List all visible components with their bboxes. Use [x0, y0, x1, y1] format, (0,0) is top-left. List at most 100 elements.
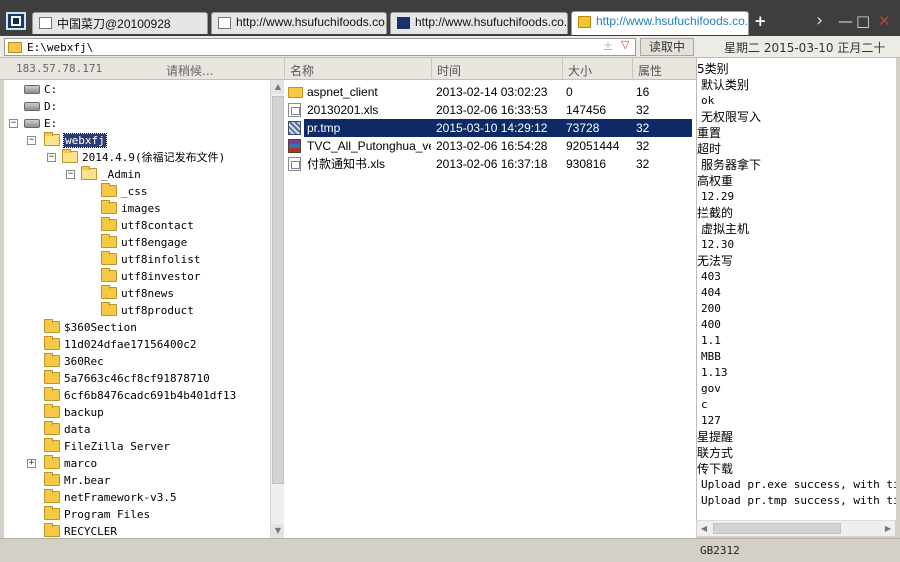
scroll-right-icon[interactable]: ▶: [881, 522, 895, 536]
tree-node[interactable]: 2014.4.9(徐福记发布文件): [62, 149, 225, 166]
tree-node-label: 5a7663c46cf8cf91878710: [64, 372, 210, 385]
note-item[interactable]: 403: [701, 269, 721, 285]
note-item[interactable]: 默认类别: [701, 77, 749, 93]
path-input[interactable]: [27, 40, 587, 55]
note-item[interactable]: 无权限写入: [701, 109, 761, 125]
tree-node[interactable]: 360Rec: [44, 353, 104, 370]
forward-arrow-icon[interactable]: ›: [816, 12, 823, 30]
note-item[interactable]: gov: [701, 381, 721, 397]
tree-node[interactable]: RECYCLER: [44, 523, 117, 538]
note-item[interactable]: 12.29: [701, 189, 734, 205]
tree-node[interactable]: E:: [24, 115, 57, 132]
column-size[interactable]: 大小: [568, 62, 592, 79]
file-row[interactable]: aspnet_client 2013-02-14 03:02:23 0 16: [284, 83, 692, 101]
collapse-icon[interactable]: −: [9, 119, 18, 128]
tree-node-label: 11d024dfae17156400c2: [64, 338, 197, 351]
tree-node[interactable]: 5a7663c46cf8cf91878710: [44, 370, 210, 387]
expand-icon[interactable]: +: [27, 459, 36, 468]
tree-node[interactable]: Mr.bear: [44, 472, 110, 489]
tree-scrollbar[interactable]: ▲ ▼: [270, 80, 285, 538]
scroll-up-icon[interactable]: ▲: [271, 80, 285, 94]
close-button[interactable]: ✕: [878, 12, 891, 30]
tree-node[interactable]: images: [101, 200, 161, 217]
note-item[interactable]: Upload pr.exe success, with time: [701, 477, 896, 493]
encoding-label[interactable]: GB2312: [700, 544, 740, 557]
note-item[interactable]: 1.1: [701, 333, 721, 349]
note-item[interactable]: 高权重: [697, 173, 733, 189]
tree-node[interactable]: backup: [44, 404, 104, 421]
file-row[interactable]: pr.tmp 2015-03-10 14:29:12 73728 32: [284, 119, 692, 137]
maximize-button[interactable]: □: [856, 12, 870, 30]
column-name[interactable]: 名称: [290, 62, 314, 79]
tree-node[interactable]: marco: [44, 455, 97, 472]
scroll-down-icon[interactable]: ▼: [271, 524, 285, 538]
file-row[interactable]: TVC_All_Putonghua_ver... 2013-02-06 16:54…: [284, 137, 692, 155]
file-row[interactable]: 20130201.xls 2013-02-06 16:33:53 147456 32: [284, 101, 692, 119]
tab-url-1[interactable]: http://www.hsufuchifoods.co...: [211, 12, 387, 34]
note-item[interactable]: 5类别: [697, 61, 729, 77]
note-item[interactable]: Upload pr.tmp success, with time: [701, 493, 896, 509]
tree-node[interactable]: utf8engage: [101, 234, 187, 251]
tree-node[interactable]: C:: [24, 81, 57, 98]
address-bar: ± ▽ 读取中 星期二 2015-03-10 正月二十: [0, 36, 900, 58]
note-item[interactable]: c: [701, 397, 708, 413]
notes-hscrollbar[interactable]: ◀ ▶: [697, 520, 895, 536]
note-item[interactable]: 12.30: [701, 237, 734, 253]
tree-node[interactable]: _Admin: [81, 166, 141, 183]
column-attr[interactable]: 属性: [638, 62, 662, 79]
tab-url-3-active[interactable]: http://www.hsufuchifoods.co...: [571, 11, 749, 35]
tree-node[interactable]: webxfj: [44, 132, 107, 149]
tree-node[interactable]: utf8news: [101, 285, 174, 302]
tree-node[interactable]: _css: [101, 183, 148, 200]
tree-node[interactable]: data: [44, 421, 91, 438]
note-item[interactable]: 超时: [697, 141, 721, 157]
tab-url-2[interactable]: http://www.hsufuchifoods.co...: [390, 12, 568, 34]
note-item[interactable]: 重置: [697, 125, 721, 141]
collapse-icon[interactable]: −: [27, 136, 36, 145]
collapse-icon[interactable]: −: [66, 170, 75, 179]
favorite-icon[interactable]: ±: [603, 39, 613, 53]
read-button[interactable]: 读取中: [640, 38, 694, 56]
tree-node-label: utf8engage: [121, 236, 188, 249]
note-item[interactable]: 无法写: [697, 253, 733, 269]
note-item[interactable]: 虚拟主机: [701, 221, 749, 237]
app-icon[interactable]: [6, 12, 26, 30]
tree-node[interactable]: FileZilla Server: [44, 438, 170, 455]
note-item[interactable]: 联方式: [697, 445, 733, 461]
tree-node[interactable]: 6cf6b8476cadc691b4b401df13: [44, 387, 236, 404]
path-field[interactable]: ± ▽: [4, 38, 636, 56]
tree-node-label: utf8news: [121, 287, 174, 300]
tab-caidao[interactable]: 中国菜刀@20100928: [32, 12, 208, 34]
scroll-thumb[interactable]: [272, 96, 284, 484]
note-item[interactable]: 拦截的: [697, 205, 733, 221]
column-time[interactable]: 时间: [437, 62, 461, 79]
tree-node[interactable]: $360Section: [44, 319, 137, 336]
tree-node[interactable]: netFramework-v3.5: [44, 489, 177, 506]
note-item[interactable]: 1.13: [701, 365, 728, 381]
minimize-button[interactable]: —: [838, 12, 853, 30]
tree-node[interactable]: utf8infolist: [101, 251, 200, 268]
note-item[interactable]: 星提醒: [697, 429, 733, 445]
note-item[interactable]: MBB: [701, 349, 721, 365]
note-item[interactable]: 传下载: [697, 461, 733, 477]
note-item[interactable]: ok: [701, 93, 714, 109]
scroll-thumb[interactable]: [713, 523, 841, 534]
chevron-down-icon[interactable]: ▽: [621, 38, 629, 51]
note-item[interactable]: 400: [701, 317, 721, 333]
tree-node[interactable]: Program Files: [44, 506, 150, 523]
tree-node[interactable]: 11d024dfae17156400c2: [44, 336, 196, 353]
note-item[interactable]: 服务器拿下: [701, 157, 761, 173]
archive-icon: [288, 139, 301, 153]
tree-node[interactable]: D:: [24, 98, 57, 115]
scroll-left-icon[interactable]: ◀: [697, 522, 711, 536]
note-item[interactable]: 200: [701, 301, 721, 317]
tree-node[interactable]: utf8contact: [101, 217, 194, 234]
tree-node[interactable]: utf8investor: [101, 268, 200, 285]
file-row[interactable]: 付款通知书.xls 2013-02-06 16:37:18 930816 32: [284, 155, 692, 173]
note-item[interactable]: 127: [701, 413, 721, 429]
tree-node[interactable]: utf8product: [101, 302, 194, 319]
collapse-icon[interactable]: −: [47, 153, 56, 162]
new-tab-button[interactable]: +: [754, 12, 767, 30]
file-time: 2013-02-06 16:33:53: [436, 103, 548, 117]
note-item[interactable]: 404: [701, 285, 721, 301]
